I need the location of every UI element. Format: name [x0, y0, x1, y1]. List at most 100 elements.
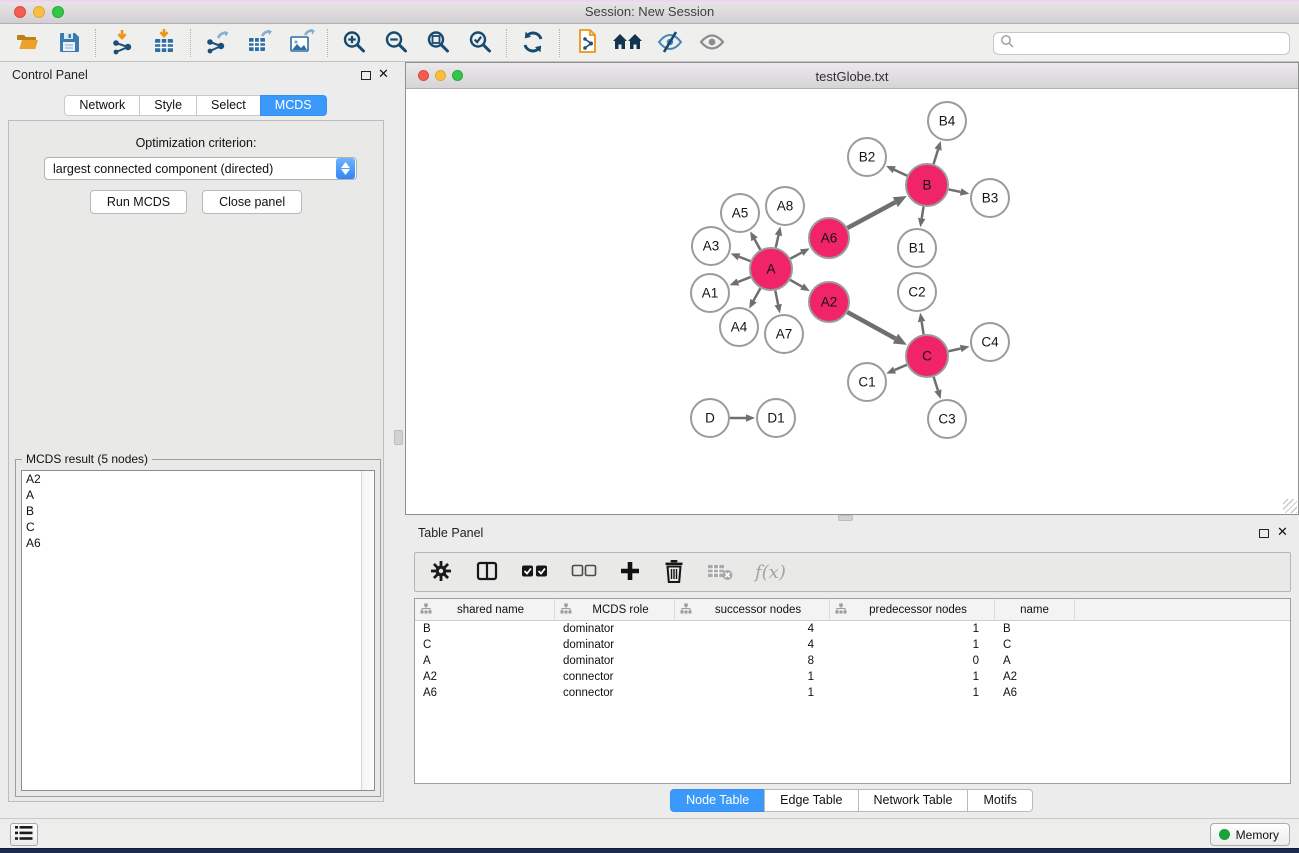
mcds-result-list[interactable]: A2ABCA6 — [21, 470, 375, 791]
table-cell[interactable]: 1 — [830, 637, 995, 653]
table-cell[interactable]: 1 — [675, 669, 830, 685]
column-header-successor-nodes[interactable]: successor nodes — [675, 599, 830, 620]
table-cell[interactable]: A — [415, 653, 555, 669]
graph-edge-A-A5[interactable] — [755, 239, 761, 250]
tab-network[interactable]: Network — [64, 95, 140, 116]
column-header-name[interactable]: name — [995, 599, 1075, 620]
search-input[interactable] — [1014, 35, 1289, 53]
mcds-result-item[interactable]: A6 — [22, 535, 374, 551]
zoom-out-button[interactable] — [375, 27, 417, 59]
table-cell[interactable]: A6 — [995, 685, 1075, 701]
mcds-result-item[interactable]: A — [22, 487, 374, 503]
graph-edge-A-A4[interactable] — [753, 288, 760, 300]
mcds-result-item[interactable]: A2 — [22, 471, 374, 487]
table-cell[interactable]: 4 — [675, 621, 830, 637]
resize-grip-icon[interactable] — [1283, 499, 1297, 513]
graph-edge-A6-B[interactable] — [847, 202, 895, 228]
table-row[interactable]: A6connector11A6 — [415, 685, 1290, 701]
table-row[interactable]: Bdominator41B — [415, 621, 1290, 637]
table-cell[interactable]: 0 — [830, 653, 995, 669]
open-session-button[interactable] — [6, 27, 48, 59]
import-table-button[interactable] — [143, 27, 185, 59]
graph-edge-B-B4[interactable] — [934, 150, 938, 164]
table-cell[interactable]: dominator — [555, 653, 675, 669]
show-columns-button[interactable] — [521, 562, 549, 583]
table-cell[interactable]: 1 — [830, 685, 995, 701]
graph-edge-A-A7[interactable] — [775, 291, 778, 305]
table-cell[interactable]: A6 — [415, 685, 555, 701]
table-cell[interactable]: A2 — [995, 669, 1075, 685]
zoom-fit-button[interactable] — [417, 27, 459, 59]
import-network-button[interactable] — [101, 27, 143, 59]
vertical-split-handle[interactable] — [394, 430, 403, 445]
mcds-result-item[interactable]: C — [22, 519, 374, 535]
table-cell[interactable]: C — [415, 637, 555, 653]
graph-edge-B-B3[interactable] — [949, 189, 961, 191]
mcds-result-item[interactable]: B — [22, 503, 374, 519]
table-cell[interactable]: C — [995, 637, 1075, 653]
tab-mcds[interactable]: MCDS — [260, 95, 327, 116]
tab-edge-table[interactable]: Edge Table — [764, 789, 858, 812]
zoom-selected-button[interactable] — [459, 27, 501, 59]
tab-select[interactable]: Select — [196, 95, 261, 116]
show-all-button[interactable] — [691, 27, 733, 59]
graph-edge-C-C4[interactable] — [948, 349, 960, 352]
hide-selected-button[interactable] — [649, 27, 691, 59]
table-cell[interactable]: A — [995, 653, 1075, 669]
table-cell[interactable]: dominator — [555, 637, 675, 653]
graph-edge-B-B1[interactable] — [922, 207, 924, 219]
tab-network-table[interactable]: Network Table — [858, 789, 969, 812]
table-cell[interactable]: 8 — [675, 653, 830, 669]
add-column-button[interactable] — [619, 560, 641, 585]
float-panel-icon[interactable] — [361, 71, 371, 80]
column-layout-button[interactable] — [475, 560, 499, 585]
graph-edge-C-C2[interactable] — [922, 322, 924, 335]
save-session-button[interactable] — [48, 27, 90, 59]
table-cell[interactable]: 1 — [675, 685, 830, 701]
delete-column-button[interactable] — [663, 559, 685, 586]
graph-edge-A-A8[interactable] — [776, 235, 779, 247]
run-mcds-button[interactable]: Run MCDS — [90, 190, 187, 214]
export-image-button[interactable] — [280, 27, 322, 59]
graph-edge-A-A2[interactable] — [790, 280, 802, 287]
graph-edge-C-C3[interactable] — [934, 377, 938, 390]
tab-node-table[interactable]: Node Table — [670, 789, 765, 812]
column-header-shared-name[interactable]: shared name — [415, 599, 555, 620]
graph-edge-A-A1[interactable] — [738, 277, 751, 282]
graph-edge-B-B2[interactable] — [894, 170, 907, 176]
graph-edge-A-A3[interactable] — [739, 257, 750, 261]
table-cell[interactable]: 4 — [675, 637, 830, 653]
result-scrollbar[interactable] — [361, 471, 374, 790]
optimization-criterion-dropdown[interactable]: largest connected component (directed) — [44, 157, 357, 180]
table-row[interactable]: A2connector11A2 — [415, 669, 1290, 685]
memory-button[interactable]: Memory — [1210, 823, 1290, 846]
refresh-button[interactable] — [512, 27, 554, 59]
graph-edge-A2-C[interactable] — [847, 312, 895, 338]
table-float-panel-icon[interactable] — [1259, 529, 1269, 538]
table-cell[interactable]: B — [415, 621, 555, 637]
column-header-predecessor-nodes[interactable]: predecessor nodes — [830, 599, 995, 620]
tab-motifs[interactable]: Motifs — [967, 789, 1032, 812]
network-canvas[interactable]: B4B2BB3A8A5A6B1A3AC2A1A2A4A7C4CC1C3DD1 — [406, 90, 1298, 514]
table-cell[interactable]: 1 — [830, 621, 995, 637]
tab-style[interactable]: Style — [139, 95, 197, 116]
close-panel-button[interactable]: Close panel — [202, 190, 302, 214]
graph-edge-C-C1[interactable] — [895, 365, 907, 370]
hide-columns-button[interactable] — [571, 563, 597, 582]
task-history-button[interactable] — [10, 823, 38, 846]
graph-edge-A-A6[interactable] — [790, 253, 801, 259]
table-row[interactable]: Adominator80A — [415, 653, 1290, 669]
new-network-from-selection-button[interactable] — [565, 27, 607, 59]
table-cell[interactable]: dominator — [555, 621, 675, 637]
attributes-settings-button[interactable] — [429, 559, 453, 586]
table-cell[interactable]: B — [995, 621, 1075, 637]
table-cell[interactable]: A2 — [415, 669, 555, 685]
search-box[interactable] — [993, 32, 1290, 55]
export-table-button[interactable] — [238, 27, 280, 59]
table-cell[interactable]: 1 — [830, 669, 995, 685]
first-neighbors-button[interactable] — [607, 27, 649, 59]
table-row[interactable]: Cdominator41C — [415, 637, 1290, 653]
table-cell[interactable]: connector — [555, 685, 675, 701]
export-network-button[interactable] — [196, 27, 238, 59]
column-header-MCDS-role[interactable]: MCDS role — [555, 599, 675, 620]
